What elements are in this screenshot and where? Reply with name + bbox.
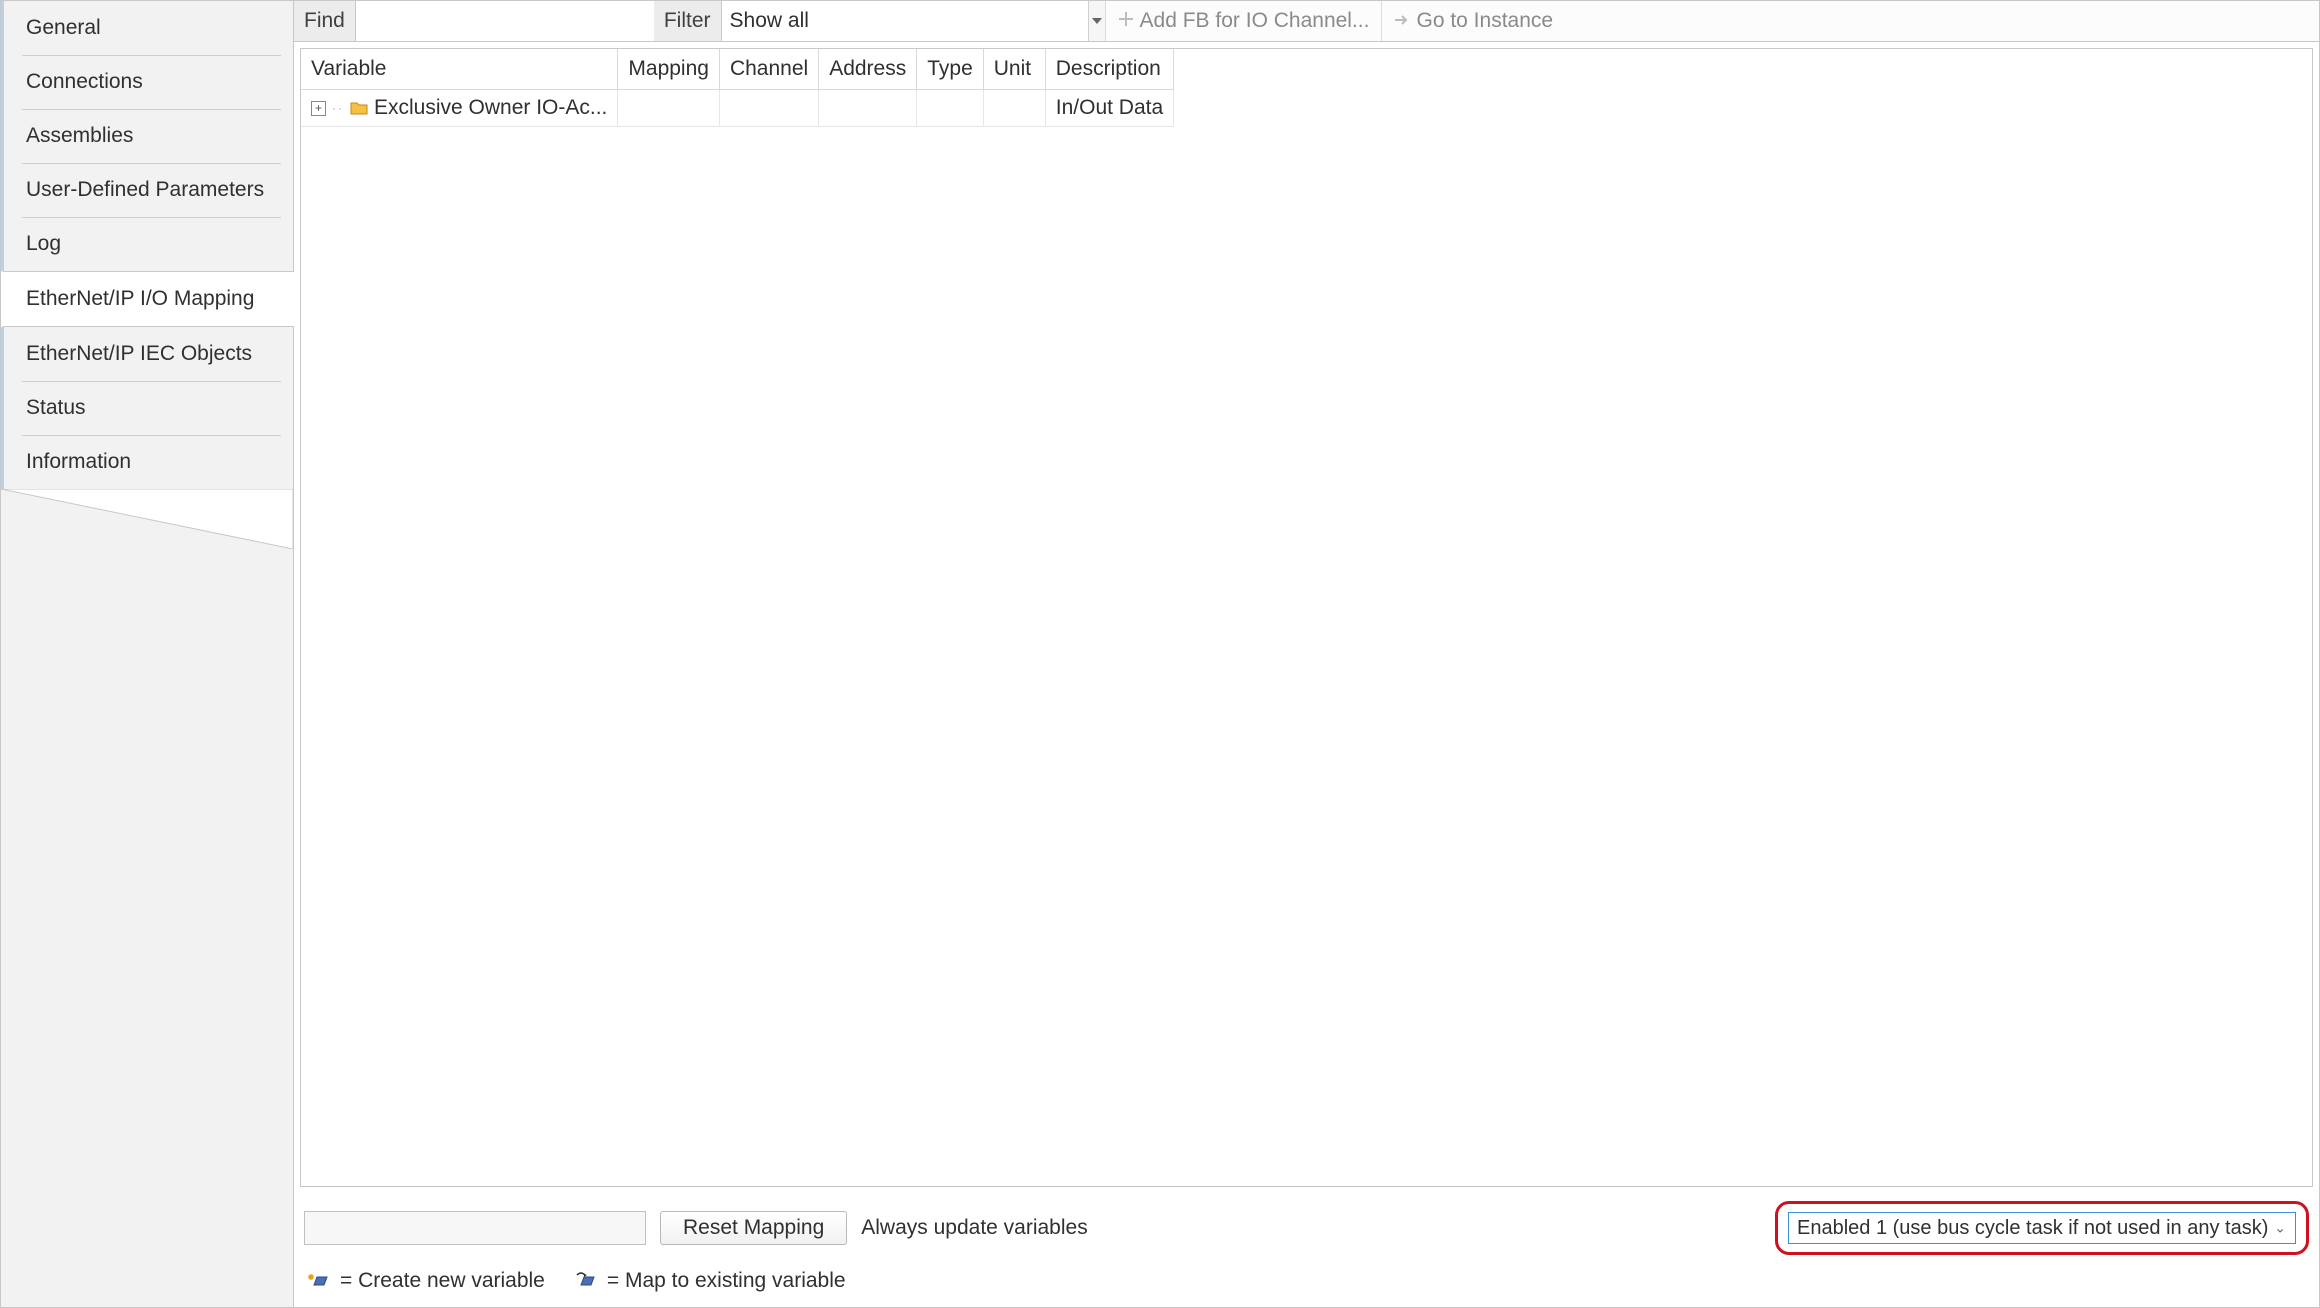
tree-expand-icon[interactable]: +: [311, 101, 326, 116]
tab-information[interactable]: Information: [1, 435, 293, 489]
filter-label: Filter: [654, 1, 722, 41]
tab-ethernetip-iec-objects[interactable]: EtherNet/IP IEC Objects: [1, 327, 293, 381]
cell-address: [819, 90, 917, 127]
sidebar-diagonal: [1, 489, 293, 549]
go-to-instance-button[interactable]: Go to Instance: [1381, 1, 1565, 41]
col-unit[interactable]: Unit: [983, 49, 1045, 90]
mapping-table-wrap: Variable Mapping Channel Address Type Un…: [300, 48, 2313, 1187]
cell-type: [917, 90, 984, 127]
tab-label: User-Defined Parameters: [26, 178, 264, 201]
tab-label: Connections: [26, 70, 143, 93]
tab-label: EtherNet/IP IEC Objects: [26, 342, 252, 365]
bottom-bar: Reset Mapping Always update variables En…: [294, 1193, 2319, 1307]
legend-create: = Create new variable: [308, 1269, 545, 1293]
tab-log[interactable]: Log: [1, 217, 293, 271]
add-fb-label: Add FB for IO Channel...: [1140, 9, 1370, 33]
goto-label: Go to Instance: [1416, 9, 1553, 33]
filter-value: Show all: [730, 9, 809, 33]
goto-icon: [1394, 9, 1410, 33]
cell-unit: [983, 90, 1045, 127]
add-fb-button[interactable]: Add FB for IO Channel...: [1105, 1, 1382, 41]
toolbar: Find Filter Show all Add FB for IO Chann…: [294, 1, 2319, 42]
main-panel: Find Filter Show all Add FB for IO Chann…: [294, 1, 2319, 1307]
tab-assemblies[interactable]: Assemblies: [1, 109, 293, 163]
tab-general[interactable]: General: [1, 1, 293, 55]
table-row[interactable]: + ·· Exclusive Owner IO-Ac...: [301, 90, 1174, 127]
tab-ethernetip-io-mapping[interactable]: EtherNet/IP I/O Mapping: [1, 271, 294, 327]
status-field[interactable]: [304, 1211, 646, 1245]
map-variable-icon: [575, 1271, 597, 1291]
tab-label: General: [26, 16, 101, 39]
legend-create-text: = Create new variable: [340, 1269, 545, 1293]
tree-connector: ··: [332, 101, 344, 115]
table-header-row: Variable Mapping Channel Address Type Un…: [301, 49, 1174, 90]
col-channel[interactable]: Channel: [719, 49, 818, 90]
update-select-highlight: Enabled 1 (use bus cycle task if not use…: [1775, 1201, 2309, 1255]
cell-description: In/Out Data: [1045, 90, 1173, 127]
col-description[interactable]: Description: [1045, 49, 1173, 90]
cell-channel: [719, 90, 818, 127]
col-mapping[interactable]: Mapping: [618, 49, 720, 90]
always-update-select[interactable]: Enabled 1 (use bus cycle task if not use…: [1788, 1212, 2296, 1244]
tab-connections[interactable]: Connections: [1, 55, 293, 109]
col-variable[interactable]: Variable: [301, 49, 618, 90]
find-input[interactable]: [356, 1, 654, 41]
variable-name: Exclusive Owner IO-Ac...: [374, 96, 607, 120]
tab-label: Status: [26, 396, 86, 419]
filter-dropdown-icon[interactable]: [1088, 1, 1105, 41]
mapping-table: Variable Mapping Channel Address Type Un…: [301, 49, 1174, 127]
reset-mapping-button[interactable]: Reset Mapping: [660, 1211, 847, 1245]
find-label: Find: [294, 1, 356, 41]
create-variable-icon: [308, 1271, 330, 1291]
legend-map-text: = Map to existing variable: [607, 1269, 846, 1293]
tab-user-defined-parameters[interactable]: User-Defined Parameters: [1, 163, 293, 217]
legend-map: = Map to existing variable: [575, 1269, 846, 1293]
folder-icon: [350, 101, 368, 115]
cell-mapping: [618, 90, 720, 127]
tab-label: EtherNet/IP I/O Mapping: [26, 287, 254, 310]
filter-select[interactable]: Show all: [722, 1, 1088, 41]
app-root: General Connections Assemblies User-Defi…: [0, 0, 2320, 1308]
plus-icon: [1118, 9, 1134, 33]
tab-label: Assemblies: [26, 124, 133, 147]
sidebar: General Connections Assemblies User-Defi…: [1, 1, 294, 1307]
tab-label: Information: [26, 450, 131, 473]
cell-variable: + ·· Exclusive Owner IO-Ac...: [301, 90, 618, 127]
tab-status[interactable]: Status: [1, 381, 293, 435]
col-type[interactable]: Type: [917, 49, 984, 90]
legend: = Create new variable = Map to existing …: [304, 1255, 2309, 1303]
tab-label: Log: [26, 232, 61, 255]
always-update-label: Always update variables: [861, 1216, 1087, 1240]
col-address[interactable]: Address: [819, 49, 917, 90]
